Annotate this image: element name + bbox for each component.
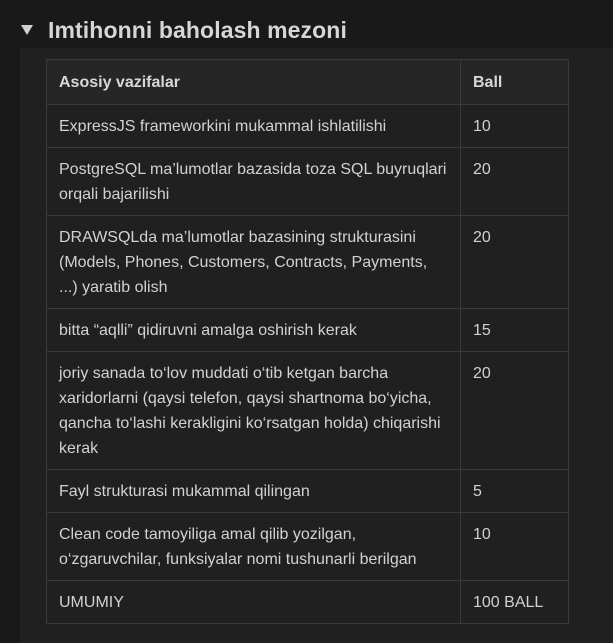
task-cell[interactable]: Fayl strukturasi mukammal qilingan xyxy=(46,469,461,513)
toggle-block: Imtihonni baholash mezoni xyxy=(18,14,347,46)
task-cell[interactable]: DRAWSQLda ma’lumotlar bazasining struktu… xyxy=(46,215,461,309)
table-row: Clean code tamoyiliga amal qilib yozilga… xyxy=(46,512,569,581)
table-row: ExpressJS frameworkini mukammal ishlatil… xyxy=(46,104,569,148)
table-row: PostgreSQL ma’lumotlar bazasida toza SQL… xyxy=(46,147,569,216)
table-row: bitta “aqlli” qidiruvni amalga oshirish … xyxy=(46,308,569,352)
table-row: joriy sanada to‘lov muddati o‘tib ketgan… xyxy=(46,351,569,470)
task-cell[interactable]: joriy sanada to‘lov muddati o‘tib ketgan… xyxy=(46,351,461,470)
total-score-cell[interactable]: 100 BALL xyxy=(460,580,569,624)
notion-page: Imtihonni baholash mezoni Asosiy vazifal… xyxy=(0,0,613,643)
score-cell[interactable]: 20 xyxy=(460,215,569,309)
table-total-row: UMUMIY 100 BALL xyxy=(46,580,569,624)
task-cell[interactable]: ExpressJS frameworkini mukammal ishlatil… xyxy=(46,104,461,148)
score-cell[interactable]: 20 xyxy=(460,147,569,216)
score-cell[interactable]: 5 xyxy=(460,469,569,513)
score-cell[interactable]: 15 xyxy=(460,308,569,352)
task-cell[interactable]: bitta “aqlli” qidiruvni amalga oshirish … xyxy=(46,308,461,352)
toggle-heading[interactable]: Imtihonni baholash mezoni xyxy=(48,17,347,44)
toggle-content: Asosiy vazifalar Ball ExpressJS framewor… xyxy=(20,48,613,643)
score-cell[interactable]: 10 xyxy=(460,104,569,148)
criteria-table: Asosiy vazifalar Ball ExpressJS framewor… xyxy=(46,59,569,624)
total-label-cell[interactable]: UMUMIY xyxy=(46,580,461,624)
score-cell[interactable]: 20 xyxy=(460,351,569,470)
table-row: Fayl strukturasi mukammal qilingan 5 xyxy=(46,469,569,513)
column-header-score[interactable]: Ball xyxy=(460,59,569,105)
table-row: DRAWSQLda ma’lumotlar bazasining struktu… xyxy=(46,215,569,309)
task-cell[interactable]: Clean code tamoyiliga amal qilib yozilga… xyxy=(46,512,461,581)
column-header-tasks[interactable]: Asosiy vazifalar xyxy=(46,59,461,105)
triangle-down-icon[interactable] xyxy=(18,21,36,39)
score-cell[interactable]: 10 xyxy=(460,512,569,581)
task-cell[interactable]: PostgreSQL ma’lumotlar bazasida toza SQL… xyxy=(46,147,461,216)
table-header-row: Asosiy vazifalar Ball xyxy=(46,59,569,105)
